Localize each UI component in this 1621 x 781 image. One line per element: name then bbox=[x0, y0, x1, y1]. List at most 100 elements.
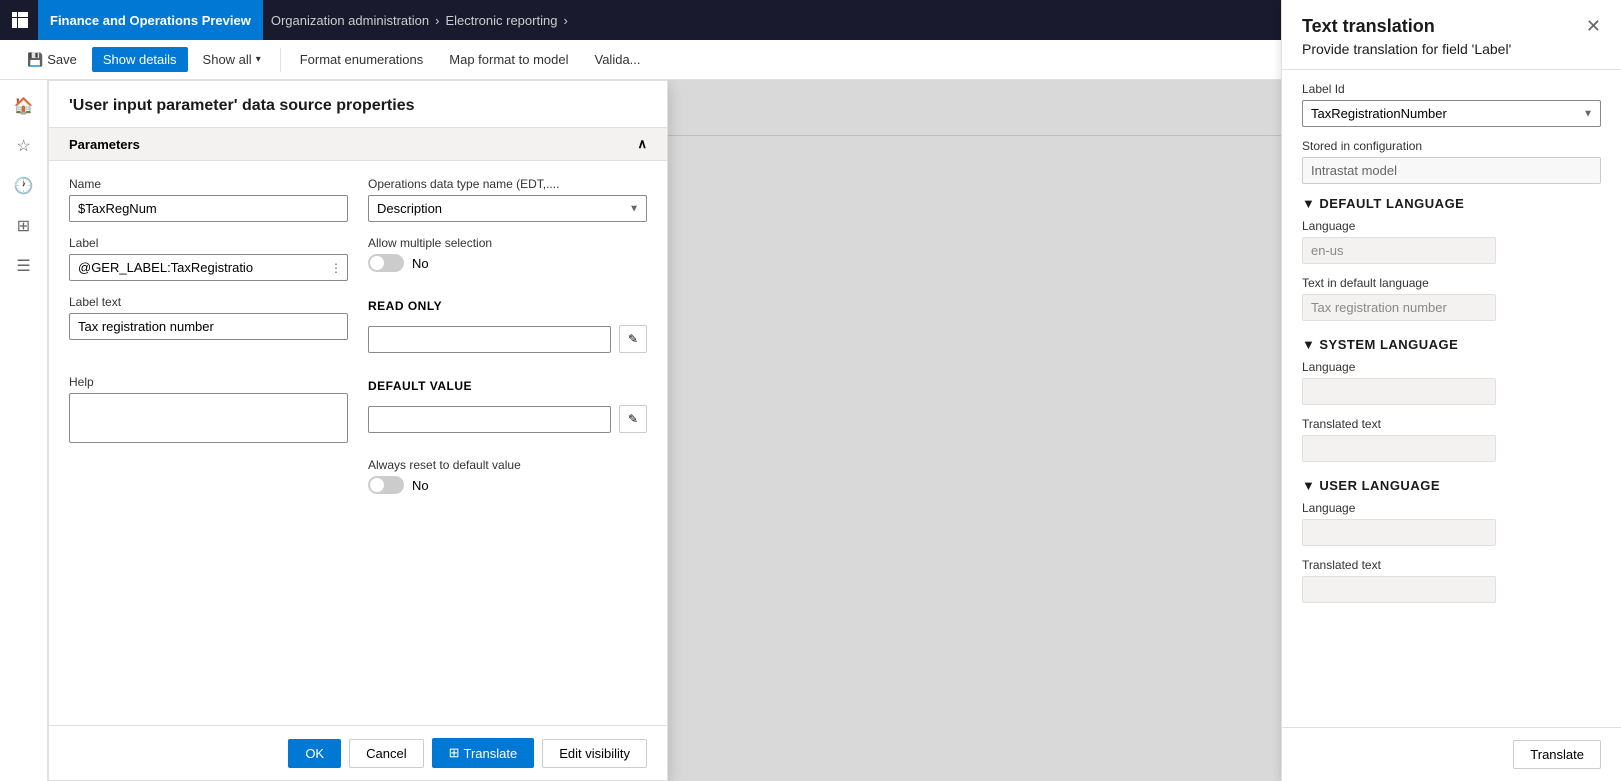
grid-menu-icon[interactable] bbox=[10, 10, 30, 30]
system-lang-label: Language bbox=[1302, 360, 1601, 374]
label-input-wrapper: ⋮ bbox=[69, 254, 348, 281]
breadcrumb-er[interactable]: Electronic reporting bbox=[445, 13, 557, 28]
stored-in-config-input[interactable] bbox=[1302, 157, 1601, 184]
default-value-group: DEFAULT VALUE ✎ Always reset to default … bbox=[368, 375, 647, 502]
parameters-section-header[interactable]: Parameters ∧ bbox=[49, 128, 667, 161]
ops-type-label: Operations data type name (EDT,.... bbox=[368, 177, 647, 191]
modules-icon[interactable]: ⊞ bbox=[6, 208, 42, 244]
translate-panel-button[interactable]: Translate bbox=[1513, 740, 1601, 769]
format-enumerations-button[interactable]: Format enumerations bbox=[289, 47, 435, 72]
label-field-group: Label ⋮ bbox=[69, 236, 348, 281]
parameters-label: Parameters bbox=[69, 137, 140, 152]
always-reset-toggle[interactable] bbox=[368, 476, 404, 494]
label-label: Label bbox=[69, 236, 348, 250]
default-value-label: DEFAULT VALUE bbox=[368, 379, 647, 393]
label-text-group: Label text bbox=[69, 295, 348, 361]
translation-footer: Translate bbox=[1282, 727, 1621, 781]
allow-multiple-no: No bbox=[412, 256, 429, 271]
default-value-edit-btn[interactable]: ✎ bbox=[619, 405, 647, 433]
translate-label: Translate bbox=[463, 746, 517, 761]
system-language-section: ▼ SYSTEM LANGUAGE Language Translated te… bbox=[1302, 337, 1601, 462]
system-trans-label: Translated text bbox=[1302, 417, 1601, 431]
show-all-label: Show all bbox=[203, 52, 252, 67]
user-lang-group: Language bbox=[1302, 501, 1601, 546]
user-language-section: ▼ USER LANGUAGE Language Translated text bbox=[1302, 478, 1601, 603]
toolbar-separator-1 bbox=[280, 48, 281, 72]
save-label: Save bbox=[47, 52, 77, 67]
cancel-button[interactable]: Cancel bbox=[349, 739, 423, 768]
ops-type-select-wrapper: Description bbox=[368, 195, 647, 222]
allow-multiple-toggle-row: No bbox=[368, 254, 647, 272]
label-id-select-wrapper: TaxRegistrationNumber bbox=[1302, 100, 1601, 127]
save-button[interactable]: 💾 Save bbox=[16, 47, 88, 73]
label-input[interactable] bbox=[69, 254, 348, 281]
help-textarea[interactable] bbox=[69, 393, 348, 443]
edit-visibility-button[interactable]: Edit visibility bbox=[542, 739, 647, 768]
ops-type-field-group: Operations data type name (EDT,.... Desc… bbox=[368, 177, 647, 222]
allow-multiple-knob bbox=[370, 256, 384, 270]
default-value-input[interactable] bbox=[368, 406, 611, 433]
label-id-select[interactable]: TaxRegistrationNumber bbox=[1302, 100, 1601, 127]
star-icon[interactable]: ☆ bbox=[6, 128, 42, 164]
user-lang-input bbox=[1302, 519, 1496, 546]
read-only-input[interactable] bbox=[368, 326, 611, 353]
read-only-label: READ ONLY bbox=[368, 299, 647, 313]
default-lang-label: Language bbox=[1302, 219, 1601, 233]
user-trans-input bbox=[1302, 576, 1496, 603]
section-collapse-icon: ∧ bbox=[637, 136, 647, 152]
default-lang-arrow: ▼ bbox=[1302, 196, 1315, 211]
show-all-dropdown-icon: ▾ bbox=[256, 54, 261, 65]
help-group: Help bbox=[69, 375, 348, 502]
stored-in-config-label: Stored in configuration bbox=[1302, 139, 1601, 153]
default-lang-input bbox=[1302, 237, 1496, 264]
show-all-button[interactable]: Show all ▾ bbox=[192, 47, 272, 72]
ok-button[interactable]: OK bbox=[288, 739, 341, 768]
default-text-group: Text in default language bbox=[1302, 276, 1601, 321]
map-format-label: Map format to model bbox=[449, 52, 568, 67]
translate-button[interactable]: ⊞ Translate bbox=[432, 738, 535, 768]
default-lang-title: DEFAULT LANGUAGE bbox=[1319, 196, 1464, 211]
form-row-3: Label text READ ONLY ✎ bbox=[69, 295, 647, 361]
default-lang-header[interactable]: ▼ DEFAULT LANGUAGE bbox=[1302, 196, 1601, 211]
label-text-input[interactable] bbox=[69, 313, 348, 340]
always-reset-section: Always reset to default value No bbox=[368, 457, 647, 502]
always-reset-toggle-row: No bbox=[368, 476, 647, 494]
show-details-label: Show details bbox=[103, 52, 177, 67]
list-icon[interactable]: ☰ bbox=[6, 248, 42, 284]
name-input[interactable] bbox=[69, 195, 348, 222]
translation-subtitle: Provide translation for field 'Label' bbox=[1302, 41, 1511, 57]
system-trans-group: Translated text bbox=[1302, 417, 1601, 462]
label-input-icon[interactable]: ⋮ bbox=[330, 261, 342, 275]
translation-panel: Text translation Provide translation for… bbox=[1281, 0, 1621, 781]
clock-icon[interactable]: 🕐 bbox=[6, 168, 42, 204]
system-lang-header[interactable]: ▼ SYSTEM LANGUAGE bbox=[1302, 337, 1601, 352]
validate-button[interactable]: Valida... bbox=[584, 47, 652, 72]
system-lang-input bbox=[1302, 378, 1496, 405]
read-only-edit-btn[interactable]: ✎ bbox=[619, 325, 647, 353]
label-text-label: Label text bbox=[69, 295, 348, 309]
default-text-input bbox=[1302, 294, 1496, 321]
home-icon[interactable]: 🏠 bbox=[6, 88, 42, 124]
help-label: Help bbox=[69, 375, 348, 389]
translation-close-button[interactable]: ✕ bbox=[1586, 16, 1601, 37]
format-enum-label: Format enumerations bbox=[300, 52, 424, 67]
properties-dialog: 'User input parameter' data source prope… bbox=[48, 80, 668, 781]
validate-label: Valida... bbox=[595, 52, 641, 67]
show-details-button[interactable]: Show details bbox=[92, 47, 188, 72]
system-lang-group: Language bbox=[1302, 360, 1601, 405]
breadcrumb-org[interactable]: Organization administration bbox=[271, 13, 429, 28]
breadcrumb: Organization administration › Electronic… bbox=[263, 13, 582, 28]
ops-type-select[interactable]: Description bbox=[368, 195, 647, 222]
allow-multiple-toggle[interactable] bbox=[368, 254, 404, 272]
translation-body: Label Id TaxRegistrationNumber Stored in… bbox=[1282, 70, 1621, 727]
user-lang-arrow: ▼ bbox=[1302, 478, 1315, 493]
user-lang-header[interactable]: ▼ USER LANGUAGE bbox=[1302, 478, 1601, 493]
always-reset-knob bbox=[370, 478, 384, 492]
user-lang-label: Language bbox=[1302, 501, 1601, 515]
map-format-button[interactable]: Map format to model bbox=[438, 47, 579, 72]
default-value-row: ✎ bbox=[368, 405, 647, 433]
user-lang-title: USER LANGUAGE bbox=[1319, 478, 1440, 493]
app-title: Finance and Operations Preview bbox=[38, 0, 263, 40]
translation-title: Text translation bbox=[1302, 16, 1511, 37]
name-label: Name bbox=[69, 177, 348, 191]
